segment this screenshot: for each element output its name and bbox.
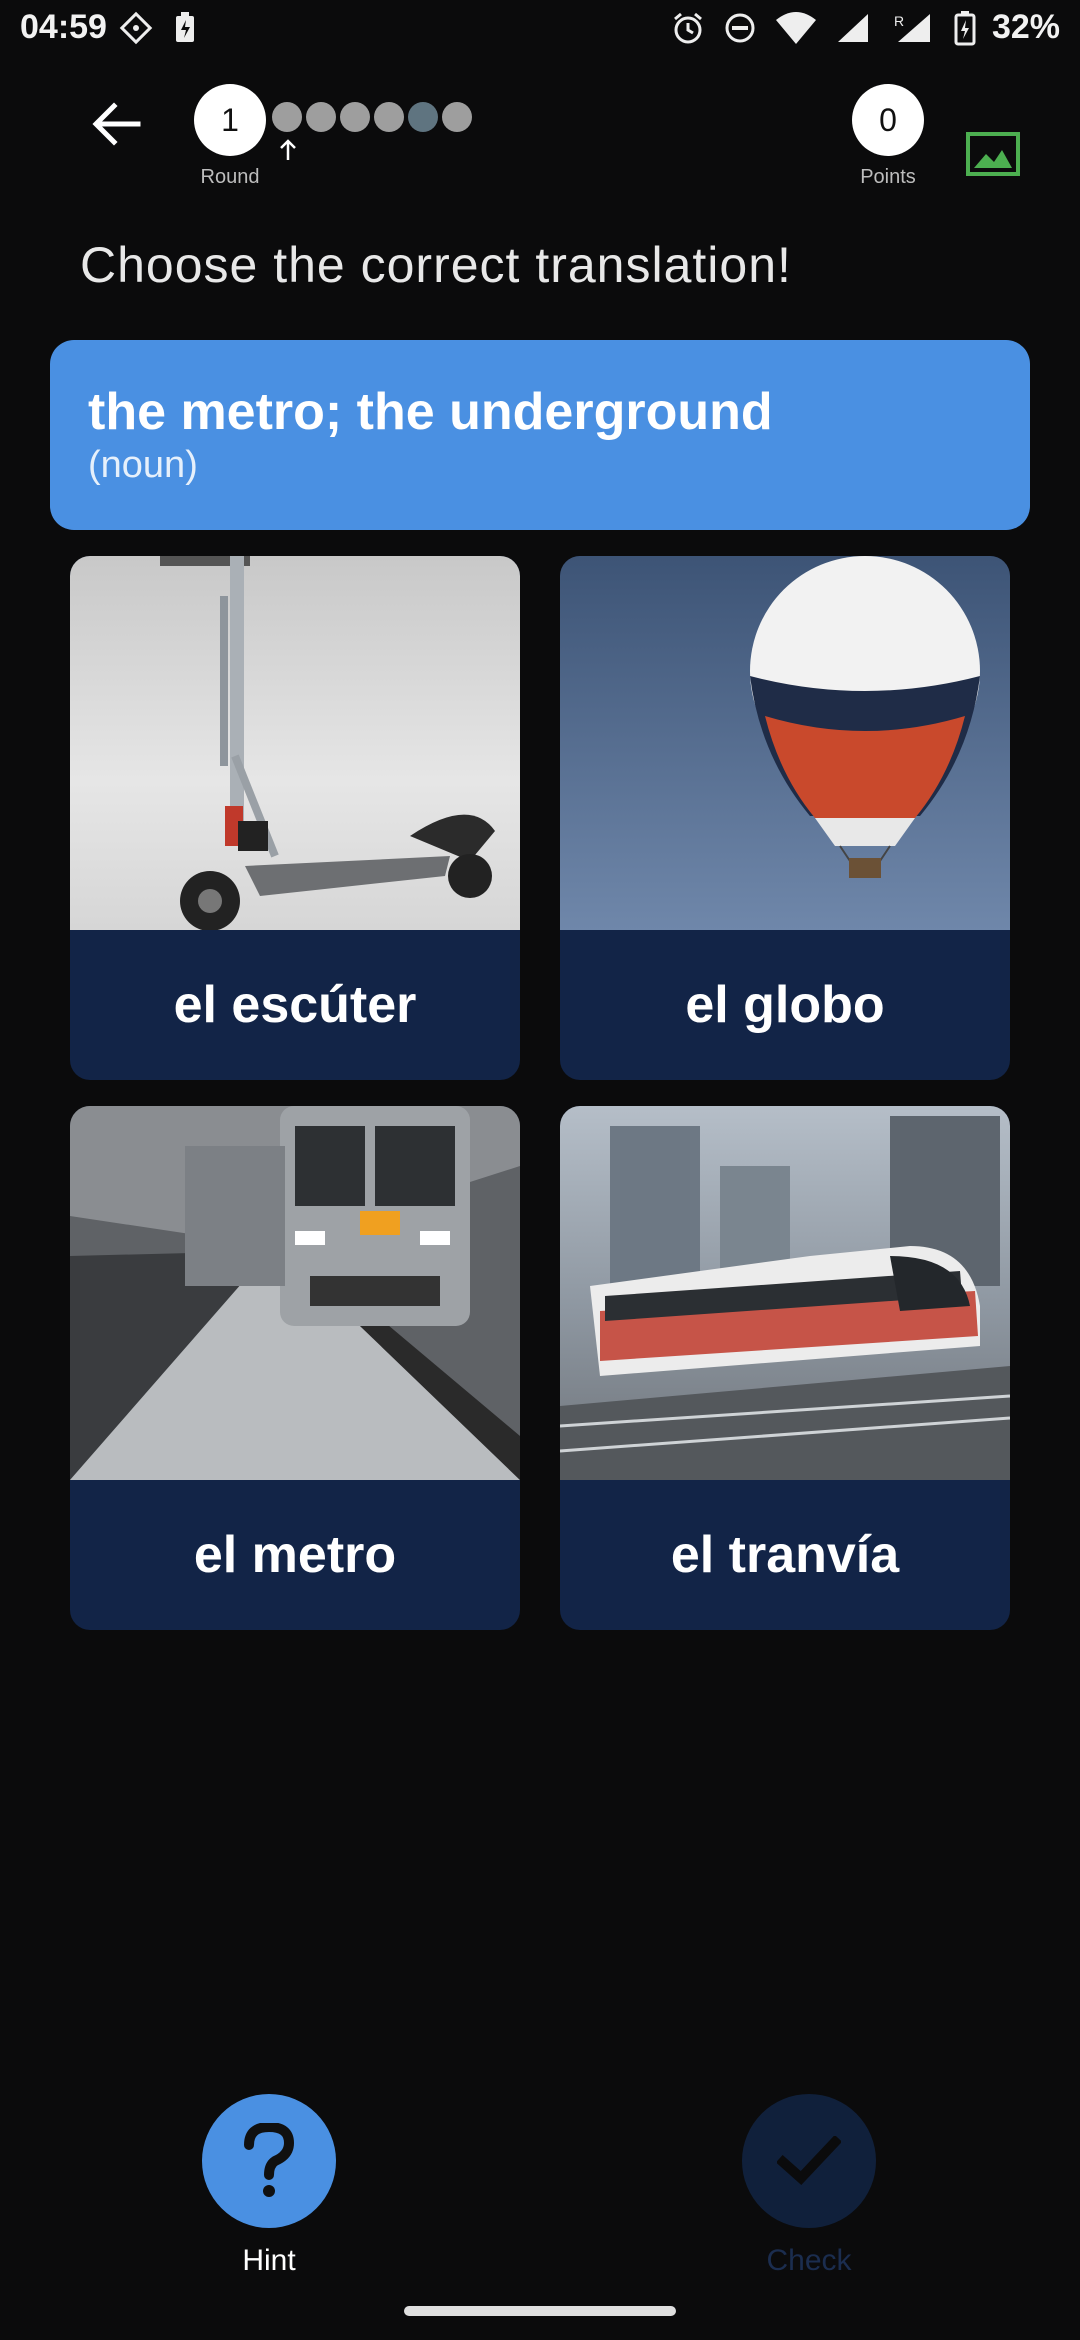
progress-dot bbox=[340, 102, 370, 132]
answer-option-tranvia[interactable]: el tranvía bbox=[560, 1106, 1010, 1630]
status-left-icons bbox=[118, 10, 198, 46]
answer-option-escuter[interactable]: el escúter bbox=[70, 556, 520, 1080]
battery-saver-notification-icon bbox=[176, 12, 194, 42]
instruction-text: Choose the correct translation! bbox=[80, 237, 792, 293]
points-label: Points bbox=[860, 166, 916, 188]
question-mark-icon bbox=[244, 2123, 295, 2197]
progress-dot bbox=[442, 102, 472, 132]
option-label: el escúter bbox=[173, 976, 417, 1034]
hint-label: Hint bbox=[242, 2244, 296, 2277]
status-time: 04:59 bbox=[20, 8, 107, 46]
status-right: R 32% bbox=[670, 8, 1060, 47]
back-button[interactable] bbox=[80, 88, 152, 160]
alarm-icon bbox=[673, 12, 702, 43]
up-arrow-icon bbox=[280, 139, 296, 160]
metro-train-image bbox=[70, 1106, 520, 1480]
app-notification-icon bbox=[119, 11, 153, 45]
scooter-image bbox=[70, 556, 520, 930]
option-label: el globo bbox=[685, 976, 885, 1034]
hot-air-balloon-image bbox=[560, 556, 1010, 930]
hint-button[interactable] bbox=[202, 2094, 336, 2228]
back-arrow-icon bbox=[92, 102, 141, 146]
progress-dot bbox=[374, 102, 404, 132]
round-indicator: 1 bbox=[194, 84, 266, 156]
do-not-disturb-icon bbox=[725, 13, 755, 42]
check-label: Check bbox=[766, 2244, 852, 2277]
prompt-term: the metro; the underground bbox=[88, 383, 773, 441]
option-label: el tranvía bbox=[670, 1526, 900, 1584]
roaming-signal-icon: R bbox=[894, 13, 930, 42]
battery-charging-icon bbox=[954, 10, 976, 45]
check-button[interactable] bbox=[742, 2094, 876, 2228]
answer-option-globo[interactable]: el globo bbox=[560, 556, 1010, 1080]
points-indicator: 0 bbox=[852, 84, 924, 156]
wifi-icon bbox=[775, 11, 816, 44]
progress-dot bbox=[306, 102, 336, 132]
image-icon bbox=[966, 132, 1020, 176]
progress-dot bbox=[272, 102, 302, 132]
prompt-part-of-speech: (noun) bbox=[88, 444, 198, 486]
round-label: Round bbox=[200, 166, 260, 188]
option-label: el metro bbox=[193, 1526, 397, 1584]
battery-percentage: 32% bbox=[991, 8, 1060, 46]
signal-icon bbox=[837, 13, 868, 42]
prompt-card: the metro; the underground (noun) bbox=[50, 340, 1030, 530]
home-indicator[interactable] bbox=[404, 2306, 676, 2316]
round-progress bbox=[272, 102, 472, 132]
tram-image bbox=[560, 1106, 1010, 1480]
svg-text:R: R bbox=[894, 13, 904, 29]
progress-dot bbox=[408, 102, 438, 132]
image-mode-toggle[interactable] bbox=[966, 132, 1020, 176]
status-bar: 04:59 R 32% bbox=[0, 0, 1080, 56]
checkmark-icon bbox=[777, 2136, 841, 2185]
answer-option-metro[interactable]: el metro bbox=[70, 1106, 520, 1630]
